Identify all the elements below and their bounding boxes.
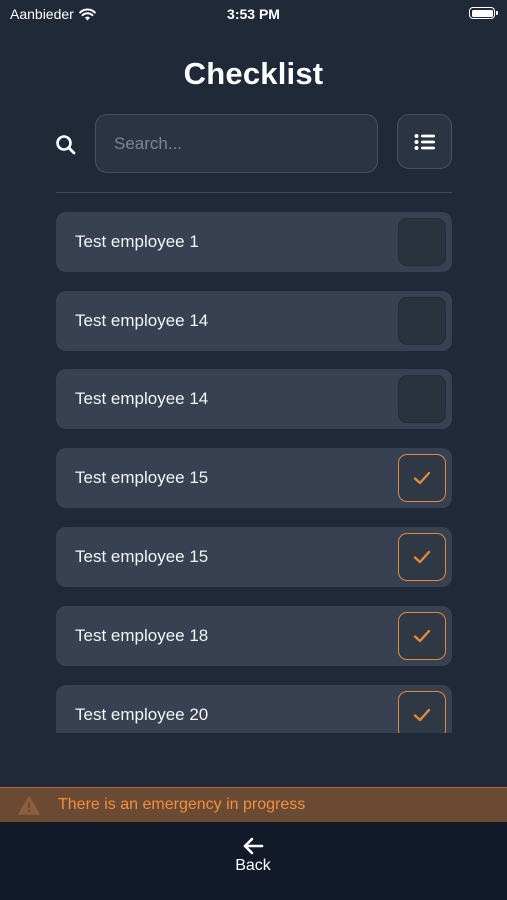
checkmark-icon xyxy=(413,629,431,643)
back-label: Back xyxy=(235,857,271,874)
list-item[interactable]: Test employee 20 xyxy=(56,685,452,733)
list-item[interactable]: Test employee 15 xyxy=(56,448,452,508)
list-item[interactable]: Test employee 14 xyxy=(56,291,452,351)
employee-name: Test employee 20 xyxy=(75,705,209,724)
employee-name: Test employee 14 xyxy=(75,311,209,330)
emergency-message: There is an emergency in progress xyxy=(58,796,306,813)
bottom-navigation: Back xyxy=(0,822,507,900)
emergency-banner[interactable]: There is an emergency in progress xyxy=(0,787,507,822)
item-checkbox[interactable] xyxy=(398,218,446,266)
list-icon xyxy=(414,133,435,150)
battery-icon xyxy=(469,7,498,19)
page-title: Checklist xyxy=(183,56,324,91)
employee-name: Test employee 15 xyxy=(75,468,209,487)
item-checkbox[interactable] xyxy=(398,691,446,733)
item-checkbox[interactable] xyxy=(398,375,446,423)
employee-name: Test employee 1 xyxy=(75,232,199,251)
employee-name: Test employee 18 xyxy=(75,626,209,645)
list-item[interactable]: Test employee 1 xyxy=(56,212,452,272)
divider xyxy=(56,192,452,193)
list-view-button[interactable] xyxy=(397,114,452,169)
status-bar: Aanbieder 3:53 PM xyxy=(0,0,507,28)
checkmark-icon xyxy=(413,708,431,722)
checkmark-icon xyxy=(413,471,431,485)
employee-name: Test employee 15 xyxy=(75,547,209,566)
status-time: 3:53 PM xyxy=(227,6,280,22)
item-checkbox[interactable] xyxy=(398,297,446,345)
arrow-left-icon xyxy=(243,837,264,855)
checklist[interactable]: Test employee 1 Test employee 14 Test em… xyxy=(0,212,507,733)
warning-triangle-icon xyxy=(18,796,40,815)
item-checkbox[interactable] xyxy=(398,454,446,502)
back-button[interactable]: Back xyxy=(203,836,303,884)
checkmark-icon xyxy=(413,550,431,564)
search-icon xyxy=(56,135,76,155)
list-item[interactable]: Test employee 15 xyxy=(56,527,452,587)
list-item[interactable]: Test employee 14 xyxy=(56,369,452,429)
list-item[interactable]: Test employee 18 xyxy=(56,606,452,666)
item-checkbox[interactable] xyxy=(398,533,446,581)
employee-name: Test employee 14 xyxy=(75,389,209,408)
search-input[interactable] xyxy=(95,114,378,173)
item-checkbox[interactable] xyxy=(398,612,446,660)
